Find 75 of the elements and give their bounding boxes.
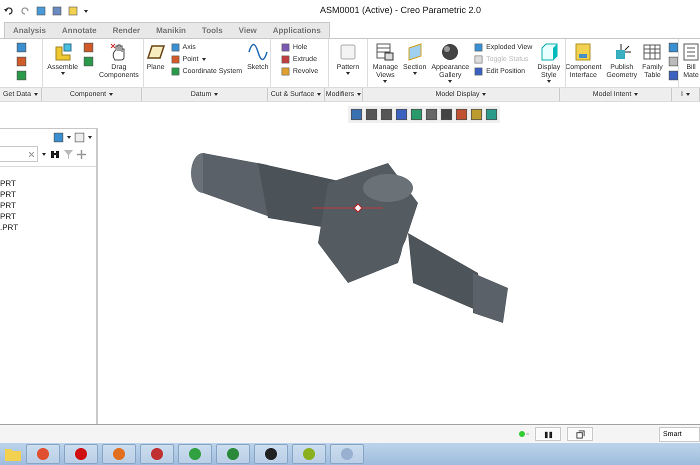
toolbar-square-icon [16, 56, 26, 67]
circle-icon [188, 447, 202, 461]
caret-icon [34, 93, 38, 96]
sphere-icon [440, 42, 460, 62]
undo-icon[interactable] [4, 6, 14, 16]
l-shape-icon [52, 42, 73, 62]
circle-icon [36, 447, 50, 461]
circle-icon [226, 447, 240, 461]
plus-icon[interactable] [77, 150, 86, 158]
caret-icon[interactable] [67, 136, 71, 139]
circle-icon [74, 447, 88, 461]
view-tool-icon [440, 108, 453, 121]
taskbar-app-button[interactable] [254, 444, 288, 464]
caret-icon[interactable] [84, 10, 88, 12]
caret-icon [214, 93, 218, 96]
ribbon-tab[interactable]: Tools [194, 23, 231, 38]
ribbon-tab[interactable]: Annotate [54, 23, 105, 38]
tree-item[interactable]: PRT [0, 212, 96, 223]
wave-icon [248, 42, 268, 62]
small-square-icon [474, 43, 484, 52]
tree-item[interactable]: PRT [0, 201, 96, 212]
view-tool-icon [425, 108, 438, 121]
box-icon [576, 430, 584, 438]
caret-icon [109, 93, 114, 96]
toolbar-square-icon [16, 70, 26, 81]
toolbar-square-icon [83, 56, 94, 67]
circle-icon [340, 447, 354, 461]
tree-item[interactable]: PRT [0, 190, 96, 201]
table-icon [642, 42, 662, 62]
view-tool-icon [350, 108, 363, 121]
tree-item[interactable]: .PRT [0, 223, 96, 234]
find-button[interactable] [535, 427, 561, 441]
caret-icon [482, 93, 486, 96]
caret-icon [357, 93, 362, 96]
ribbon-tab[interactable]: Analysis [5, 23, 54, 38]
view-tool-icon [395, 108, 408, 121]
small-square-icon [280, 55, 290, 64]
view-tool-icon [410, 108, 423, 121]
small-square-icon [474, 67, 484, 76]
small-square-icon [280, 43, 290, 52]
caret-icon [686, 93, 690, 96]
toolbar-square-icon [16, 42, 26, 53]
ribbon-tab[interactable]: View [230, 23, 265, 38]
status-dot-icon [519, 431, 529, 437]
view-tool-icon [380, 108, 393, 121]
small-square-icon [170, 67, 180, 76]
view-tool-icon [365, 108, 378, 121]
box-button[interactable] [567, 427, 593, 441]
circle-icon [150, 447, 164, 461]
filter-icon[interactable] [64, 149, 73, 159]
caret-icon [634, 93, 638, 96]
caret-icon[interactable] [88, 136, 92, 139]
small-square-icon [170, 55, 180, 64]
small-square-icon [474, 55, 484, 64]
circle-icon [264, 447, 278, 461]
view-tool-icon [470, 108, 483, 121]
toolbar-square-icon [83, 42, 94, 53]
ribbon-tab[interactable]: Applications [264, 23, 329, 38]
small-square-icon [170, 43, 180, 52]
clear-icon[interactable] [29, 152, 34, 156]
caret-icon [317, 93, 322, 96]
redo-icon[interactable] [20, 6, 30, 16]
circle-icon [112, 447, 126, 461]
small-square-icon [280, 67, 290, 76]
circle-icon [302, 447, 316, 461]
view-tool-icon [485, 108, 498, 121]
table-camera-icon [375, 42, 396, 62]
ribbon-tab[interactable]: Manikin [148, 23, 194, 38]
ribbon-tab[interactable]: Render [104, 23, 148, 38]
window-title: ASM0001 (Active) - Creo Parametric 2.0 [320, 5, 482, 15]
search-field[interactable] [0, 146, 38, 162]
caret-icon[interactable] [42, 152, 46, 156]
view-tool-icon [455, 108, 468, 121]
cube-icon [538, 42, 559, 62]
tree-item[interactable]: PRT [0, 179, 96, 190]
